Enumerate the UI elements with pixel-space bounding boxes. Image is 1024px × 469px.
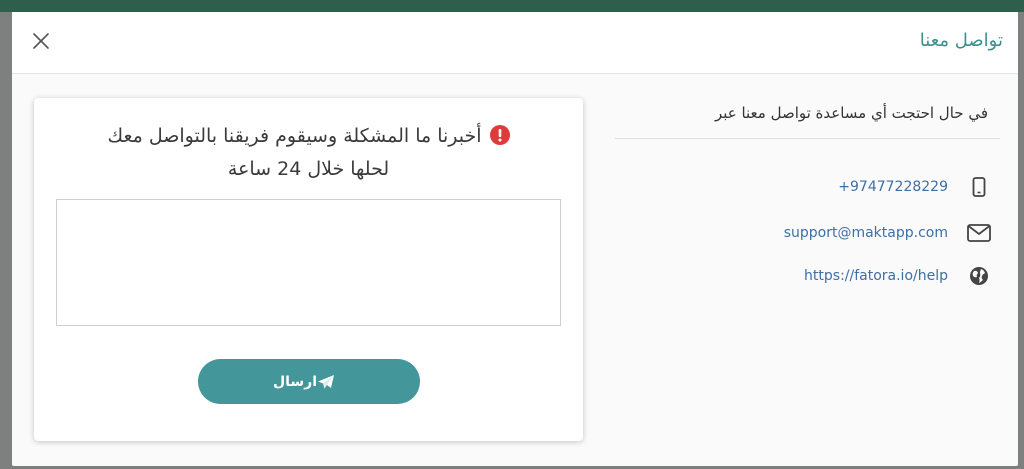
send-button-label: ارسال — [272, 373, 318, 390]
close-icon — [33, 33, 49, 49]
contact-email-row: support@maktapp.com — [620, 220, 1000, 246]
form-heading: أخبرنا ما المشكلة وسيقوم فريقنا بالتواصل… — [54, 120, 563, 186]
close-button[interactable] — [30, 30, 52, 52]
contact-us-modal: تواصل معنا في حال احتجت أي مساعدة تواصل … — [12, 12, 1018, 466]
divider — [615, 138, 1000, 139]
globe-icon — [966, 263, 992, 289]
contact-website-row: https://fatora.io/help — [620, 263, 1000, 289]
website-link[interactable]: https://fatora.io/help — [804, 268, 948, 284]
modal-title: تواصل معنا — [919, 30, 1003, 51]
form-heading-line-2: لحلها خلال 24 ساعة — [227, 158, 390, 180]
message-textarea[interactable] — [56, 199, 561, 326]
support-form-card: أخبرنا ما المشكلة وسيقوم فريقنا بالتواصل… — [34, 98, 583, 441]
exclamation-circle-icon — [489, 125, 510, 145]
paper-plane-icon — [317, 374, 335, 390]
backdrop — [0, 12, 12, 469]
modal-header: تواصل معنا — [12, 12, 1018, 74]
envelope-icon — [966, 220, 992, 246]
app-top-bar — [0, 0, 1024, 12]
phone-link[interactable]: +97477228229 — [838, 179, 948, 195]
form-heading-line-1: أخبرنا ما المشكلة وسيقوم فريقنا بالتواصل… — [54, 120, 563, 153]
email-link[interactable]: support@maktapp.com — [784, 225, 948, 241]
mobile-phone-icon — [966, 174, 992, 200]
contact-phone-row: +97477228229 — [620, 174, 1000, 200]
send-button[interactable]: ارسال — [198, 359, 420, 404]
contact-info-panel: في حال احتجت أي مساعدة تواصل معنا عبر +9… — [615, 74, 1000, 466]
contact-intro-text: في حال احتجت أي مساعدة تواصل معنا عبر — [714, 104, 988, 122]
backdrop — [1018, 12, 1024, 469]
form-heading-text-1: أخبرنا ما المشكلة وسيقوم فريقنا بالتواصل… — [107, 125, 482, 147]
